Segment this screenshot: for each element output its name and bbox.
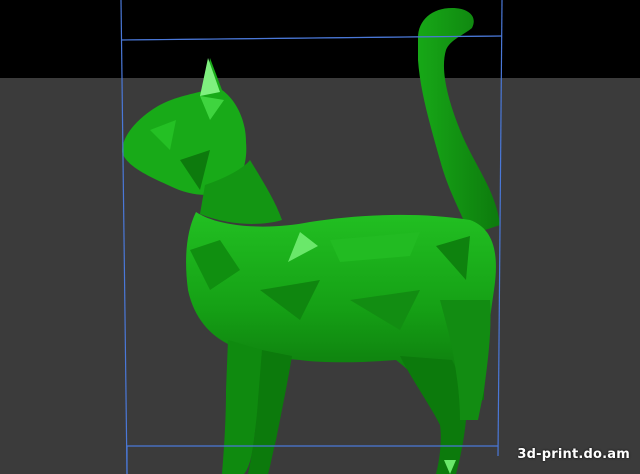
cat-tail <box>418 8 500 235</box>
3d-viewport[interactable]: 3d-print.do.am <box>0 0 640 474</box>
scene-canvas[interactable] <box>0 0 640 474</box>
cat-head <box>122 58 247 195</box>
watermark-label: 3d-print.do.am <box>517 447 630 462</box>
cat-model[interactable] <box>122 8 500 474</box>
